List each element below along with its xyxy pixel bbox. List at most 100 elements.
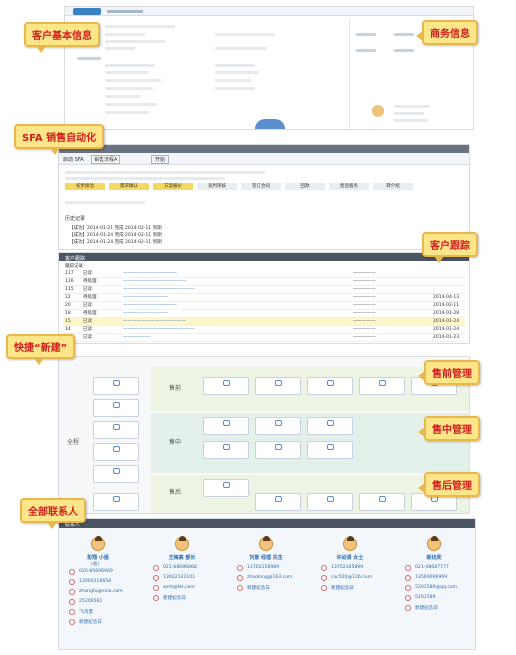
insales-tile[interactable] <box>255 441 301 459</box>
contact-detail: 021-48687777 <box>415 565 449 570</box>
quick-new-tile[interactable] <box>93 443 139 461</box>
sfa-start-button[interactable]: 开始 <box>151 155 170 164</box>
table-row[interactable]: 115 已读 ———————————————— ————— <box>63 286 465 294</box>
contact-detail: 新建纪念日 <box>79 620 102 625</box>
contact-avatar-small <box>372 105 384 117</box>
presales-tile[interactable] <box>203 377 249 395</box>
edit-button[interactable] <box>255 119 285 129</box>
callout-quick-new: 快捷“新建” <box>6 334 76 365</box>
tracking-panel: 客户跟踪 跟踪记录 117 已读 ———————————— ————— 116 待处理 —… <box>58 252 470 344</box>
qq-icon <box>69 599 75 605</box>
contact-card[interactable]: 新找奖 021-48687777 13569696969 5201589@qq.… <box>403 536 475 649</box>
quick-new-tile[interactable] <box>93 421 139 439</box>
contact-detail: 新建纪念日 <box>163 596 186 601</box>
callout-business-info: 商务信息 <box>416 20 478 45</box>
contacts-panel: 联系人 彭翔 小姐 (总) 020-85606969 13000116658 z… <box>58 518 476 650</box>
contact-card[interactable]: 王梅高 部长 021-68686868 13602122101 wmt@tel.… <box>151 536 235 649</box>
contact-detail: zhangfu@sina.com <box>79 589 123 594</box>
table-row[interactable]: 22 待处理 —————————— ————— 2014-04-13 <box>63 294 465 302</box>
quick-new-tile[interactable] <box>93 465 139 483</box>
presales-tile[interactable] <box>255 377 301 395</box>
sfa-step[interactable]: 需求确认 <box>109 183 149 190</box>
quick-new-tile[interactable] <box>93 399 139 417</box>
contact-detail: 新建纪念日 <box>331 586 354 591</box>
sfa-step[interactable]: 签订合同 <box>241 183 281 190</box>
email-icon <box>405 585 411 591</box>
contact-card[interactable]: 许幼清 女士 13702165899 cxc520@126.com 新建纪念日 <box>319 536 403 649</box>
tab-active[interactable] <box>73 8 101 15</box>
sfa-step[interactable]: 转介绍 <box>373 183 413 190</box>
insales-tile[interactable] <box>307 417 353 435</box>
aftersales-tile[interactable] <box>255 493 301 511</box>
aftersales-tile[interactable] <box>359 493 405 511</box>
sfa-step[interactable]: 谈判审核 <box>197 183 237 190</box>
contact-detail: wmt@tel.com <box>163 585 195 590</box>
table-row[interactable]: 18 待处理 —————————— ————— 2014-01-28 <box>63 310 465 318</box>
phone-icon <box>405 565 411 571</box>
sfa-process-select[interactable]: 销售流程A <box>91 155 121 164</box>
callout-tracking: 客户跟踪 <box>422 232 478 263</box>
email-icon <box>321 575 327 581</box>
contact-detail: 13602122101 <box>163 575 196 580</box>
quick-new-tile[interactable] <box>93 493 139 511</box>
sfa-record: 【成功】2014-01-24 完成 2014-02-11 到期 <box>69 233 162 238</box>
contact-detail: 新建纪念日 <box>247 586 270 591</box>
sfa-step[interactable]: 售后服务 <box>329 183 369 190</box>
mobile-icon <box>69 579 75 585</box>
sfa-step[interactable]: 回款 <box>285 183 325 190</box>
phone-icon <box>153 565 159 571</box>
sfa-record: 【成功】2014-01-24 完成 2014-02-11 到期 <box>69 240 162 245</box>
contact-title: (总) <box>91 562 100 567</box>
contact-detail: 5201589@qq.com <box>415 585 458 590</box>
aftersales-tile[interactable] <box>203 479 249 497</box>
contact-card[interactable]: 彭翔 小姐 (总) 020-85606969 13000116658 zhang… <box>67 536 151 649</box>
customer-tab-bar <box>65 7 473 16</box>
sfa-record: 【成功】2014-01-21 完成 2014-02-11 到期 <box>69 226 162 231</box>
tab-inactive[interactable] <box>107 10 143 13</box>
contacts-header: 联系人 <box>59 519 475 528</box>
aftersales-tile[interactable] <box>307 493 353 511</box>
contact-detail: 新建纪念日 <box>415 606 438 611</box>
table-row[interactable]: 116 待处理 —————————————— ————— <box>63 278 465 286</box>
insales-tile[interactable] <box>203 441 249 459</box>
insales-tile[interactable] <box>307 441 353 459</box>
contact-detail: 021-68686868 <box>163 565 197 570</box>
anniversary-icon <box>321 585 327 591</box>
table-row[interactable]: 117 已读 ———————————— ————— <box>63 270 465 278</box>
email-icon <box>69 589 75 595</box>
table-row[interactable]: 15 已读 —————————————— ————— 2014-01-24 <box>63 318 465 326</box>
insales-tile[interactable] <box>255 417 301 435</box>
callout-insales: 售中管理 <box>418 416 480 441</box>
presales-tile[interactable] <box>359 377 405 395</box>
contact-card[interactable]: 刘景 经理 先生 13702156989 zhaolong@163.com 新建… <box>235 536 319 649</box>
contact-name: 刘景 经理 先生 <box>249 555 283 561</box>
callout-aftersales: 售后管理 <box>418 472 480 497</box>
anniversary-icon <box>405 605 411 611</box>
insales-tile[interactable] <box>203 417 249 435</box>
avatar <box>259 536 273 551</box>
anniversary-icon <box>69 619 75 625</box>
contact-detail: 13702156989 <box>247 565 280 570</box>
contact-detail: 5201589 <box>415 595 436 600</box>
anniversary-icon <box>237 585 243 591</box>
callout-customer-info: 客户基本信息 <box>24 22 100 53</box>
contact-detail: 飞鸿谱 <box>79 610 93 615</box>
quick-new-tile[interactable] <box>93 377 139 395</box>
contact-detail: cxc520@126.com <box>331 575 373 580</box>
contact-name: 王梅高 部长 <box>168 555 196 561</box>
contact-name: 彭翔 小姐 <box>87 555 109 561</box>
table-row[interactable]: 13已读———————————2014-01-23 <box>63 334 465 342</box>
insales-label: 售中 <box>169 439 182 446</box>
table-row[interactable]: 14 已读 ———————————————— ————— 2014-01-24 <box>63 326 465 334</box>
qq-icon <box>405 595 411 601</box>
all-label: 全程 <box>67 439 80 446</box>
presales-tile[interactable] <box>307 377 353 395</box>
table-row[interactable]: 20 已读 ———————————— ————— 2014-02-11 <box>63 302 465 310</box>
contact-detail: 13569696969 <box>415 575 448 580</box>
sfa-step[interactable]: 初步接洽 <box>65 183 105 190</box>
sfa-step[interactable]: 方案报价 <box>153 183 193 190</box>
contact-detail: 25206561 <box>79 599 103 604</box>
email-icon <box>153 585 159 591</box>
mobile-icon <box>321 565 327 571</box>
sfa-toolbar: 启动 SFA 销售流程A 开始 <box>59 153 469 165</box>
